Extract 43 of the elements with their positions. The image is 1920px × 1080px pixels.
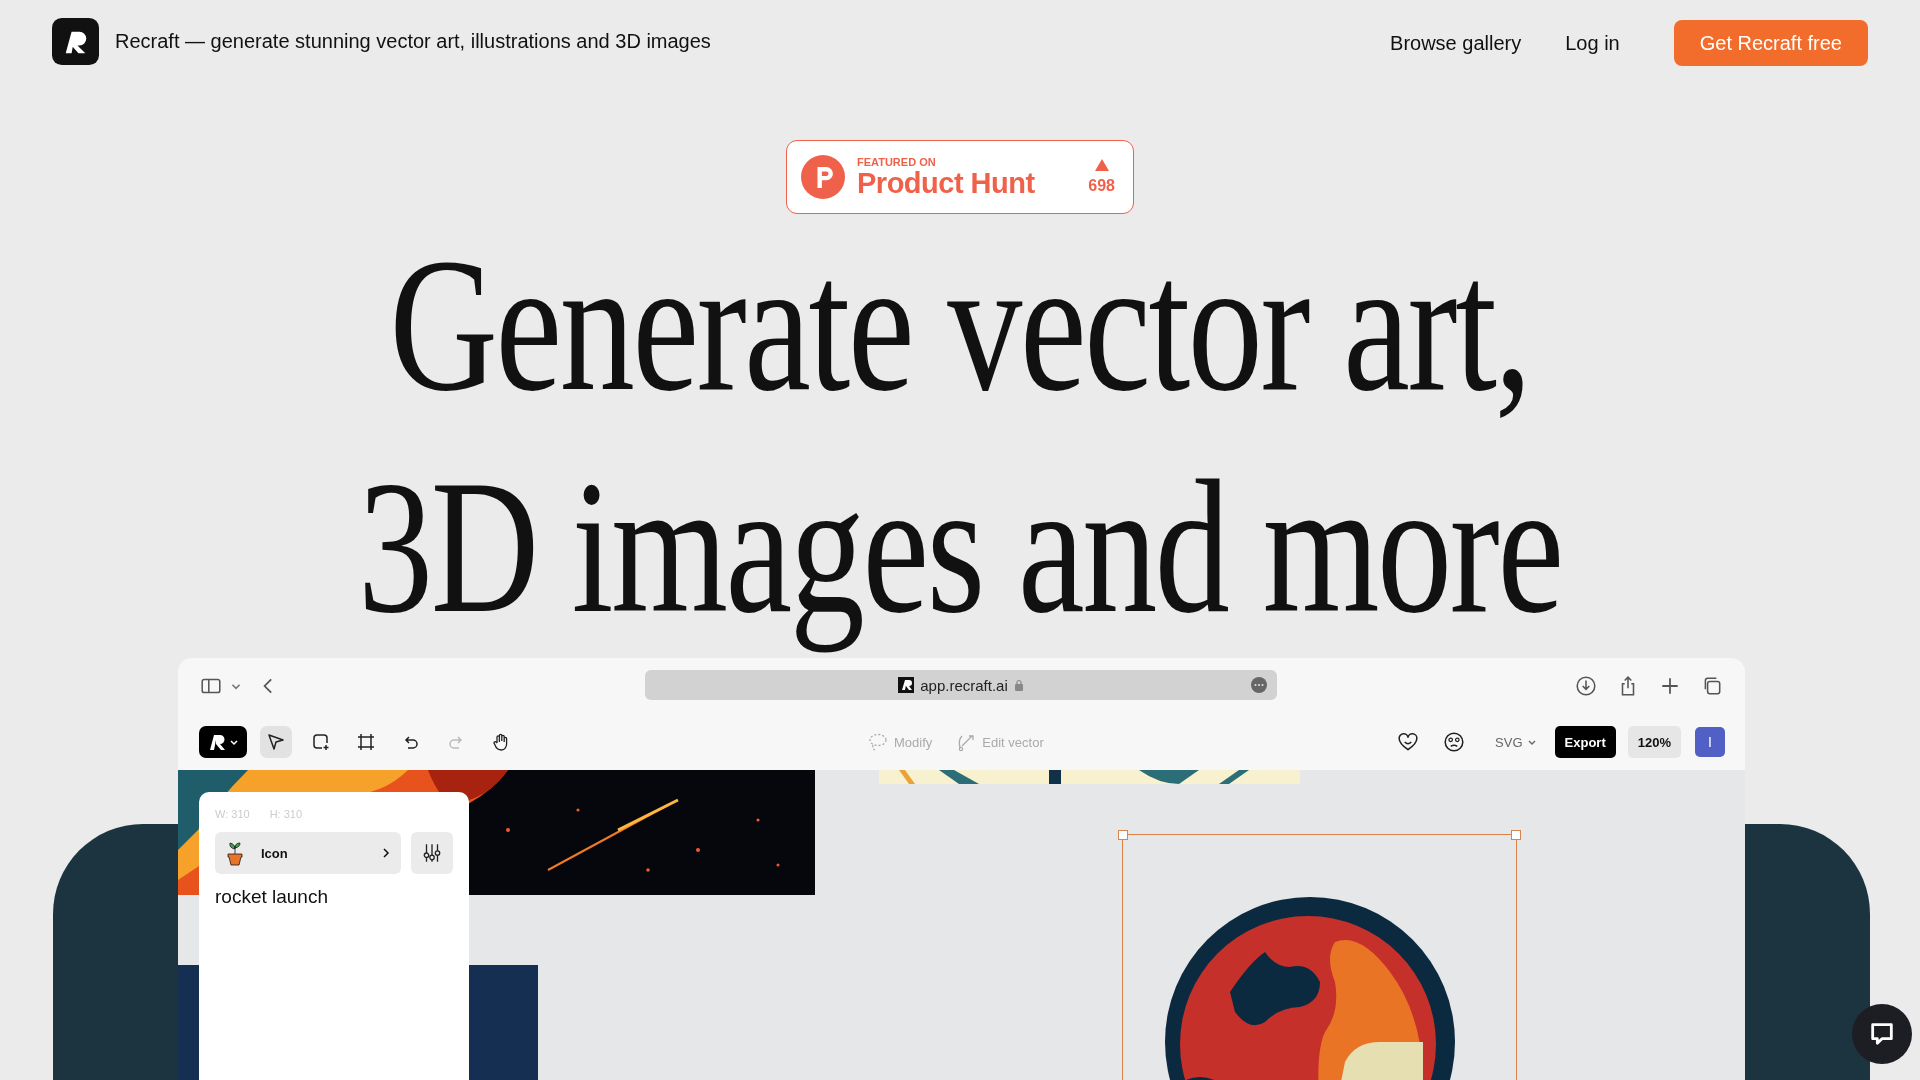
headline-line: 3D images and more [358,441,1562,655]
pen-icon [956,732,977,752]
plant-pot-icon [225,840,245,866]
resize-handle[interactable] [1511,830,1521,840]
add-frame-icon [311,732,331,752]
url-text: app.recraft.ai [920,676,1008,694]
prompt-field[interactable]: rocket launch [215,886,453,908]
nav-link[interactable]: Log in [1553,31,1632,55]
address-bar[interactable]: app.recraft.ai [645,670,1277,700]
chat-icon [1868,1020,1896,1048]
lock-icon [1013,679,1024,691]
style-selector[interactable]: Icon [215,832,401,874]
badge-title: Product Hunt [857,167,1036,199]
nav-link[interactable]: Browse gallery [1378,31,1534,55]
user-avatar[interactable]: I [1695,727,1725,757]
settings-button[interactable] [411,832,453,874]
face-icon[interactable] [1443,731,1466,753]
more-icon[interactable] [1251,677,1267,693]
chevron-down-icon [229,737,239,747]
headline-line: Generate vector art, [389,219,1531,432]
app-menu-button[interactable] [199,726,247,758]
export-button[interactable]: Export [1554,726,1616,758]
heart-face-icon[interactable] [1397,731,1420,753]
download-icon[interactable] [1575,675,1597,697]
new-tab-icon[interactable] [1659,675,1681,697]
lasso-icon [868,732,888,752]
select-tool-button[interactable] [260,726,292,758]
logo-icon[interactable] [52,17,99,65]
chat-button[interactable] [1852,1004,1912,1064]
vote-count: 698 [1088,177,1115,195]
logo-icon [207,732,227,752]
zoom-button[interactable]: 120% [1627,726,1681,758]
crop-icon [356,732,376,752]
chevron-right-icon [381,848,391,858]
format-dropdown[interactable]: SVG [1489,734,1543,750]
site-title: Recraft — generate stunning vector art, illustrations and 3D images [115,29,711,53]
resize-handle[interactable] [1118,830,1128,840]
upvote-icon [1094,159,1109,171]
badge-overline: FEATURED ON [857,155,937,168]
sliders-icon [421,842,443,864]
site-icon [898,677,915,693]
cursor-icon [266,732,286,752]
product-hunt-logo-icon [801,155,845,199]
